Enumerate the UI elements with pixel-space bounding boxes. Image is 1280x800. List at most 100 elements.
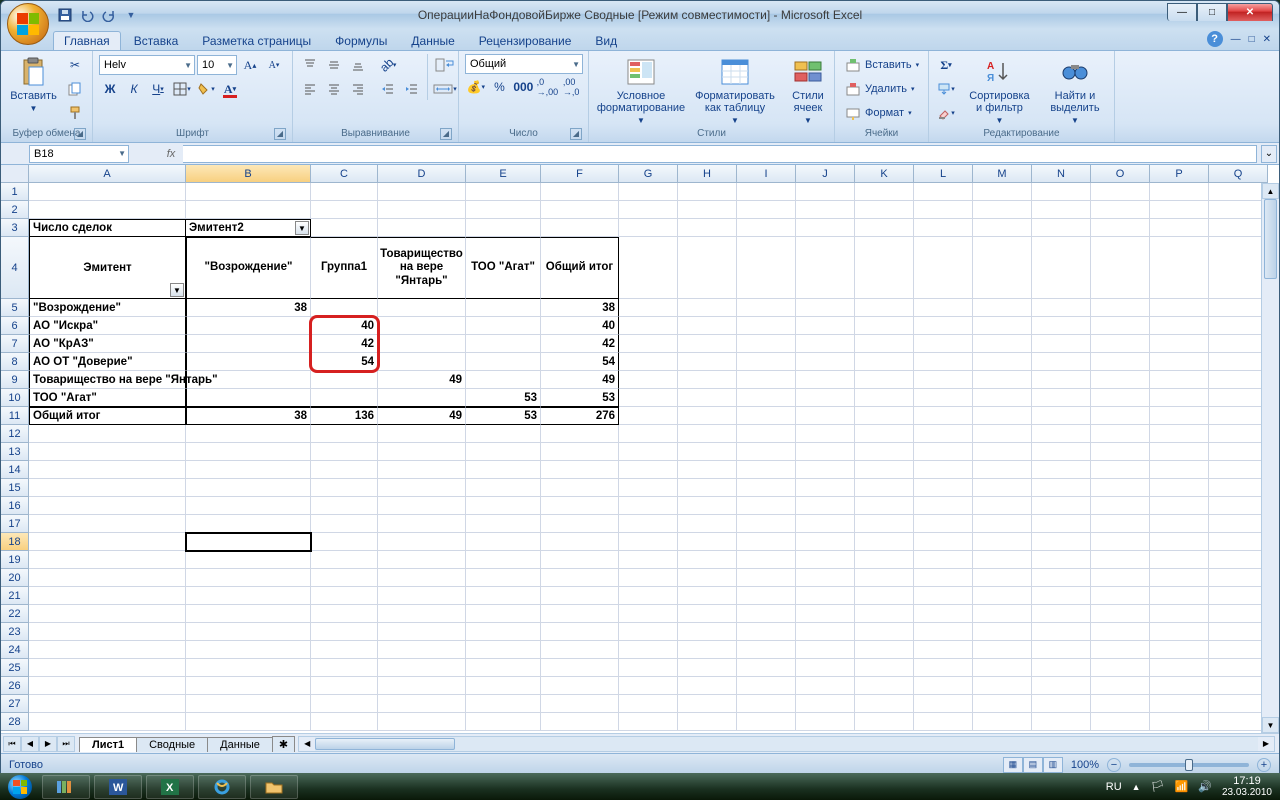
- cell-P18[interactable]: [1150, 533, 1209, 551]
- cell-B15[interactable]: [186, 479, 311, 497]
- increase-font-button[interactable]: A▴: [239, 54, 261, 76]
- orientation-button[interactable]: ab▾: [377, 54, 399, 76]
- zoom-slider[interactable]: [1129, 763, 1249, 767]
- comma-button[interactable]: 000: [512, 76, 534, 98]
- cell-N16[interactable]: [1032, 497, 1091, 515]
- cell-K20[interactable]: [855, 569, 914, 587]
- cell-B19[interactable]: [186, 551, 311, 569]
- row-header-25[interactable]: 25: [1, 659, 29, 677]
- doc-restore-icon[interactable]: □: [1249, 34, 1255, 45]
- col-header-I[interactable]: I: [737, 165, 796, 183]
- cell-Q12[interactable]: [1209, 425, 1268, 443]
- cell-H17[interactable]: [678, 515, 737, 533]
- cell-M28[interactable]: [973, 713, 1032, 731]
- cell-G28[interactable]: [619, 713, 678, 731]
- cell-F17[interactable]: [541, 515, 619, 533]
- cell-I19[interactable]: [737, 551, 796, 569]
- cell-M13[interactable]: [973, 443, 1032, 461]
- cell-D12[interactable]: [378, 425, 466, 443]
- cell-O22[interactable]: [1091, 605, 1150, 623]
- cell-Q4[interactable]: [1209, 237, 1268, 299]
- cell-H25[interactable]: [678, 659, 737, 677]
- cell-E24[interactable]: [466, 641, 541, 659]
- cell-D13[interactable]: [378, 443, 466, 461]
- cell-C7[interactable]: 42: [311, 335, 378, 353]
- cell-E4[interactable]: ТОО "Агат": [466, 237, 541, 299]
- cell-F5[interactable]: 38: [541, 299, 619, 317]
- align-bottom-button[interactable]: [347, 54, 369, 76]
- cell-F26[interactable]: [541, 677, 619, 695]
- cell-G15[interactable]: [619, 479, 678, 497]
- cell-M8[interactable]: [973, 353, 1032, 371]
- cell-O13[interactable]: [1091, 443, 1150, 461]
- cell-B3[interactable]: Эмитент2: [186, 219, 311, 237]
- cell-P9[interactable]: [1150, 371, 1209, 389]
- col-header-C[interactable]: C: [311, 165, 378, 183]
- cell-M12[interactable]: [973, 425, 1032, 443]
- cell-P27[interactable]: [1150, 695, 1209, 713]
- cell-N18[interactable]: [1032, 533, 1091, 551]
- cell-G13[interactable]: [619, 443, 678, 461]
- cell-B1[interactable]: [186, 183, 311, 201]
- cell-K23[interactable]: [855, 623, 914, 641]
- cell-N23[interactable]: [1032, 623, 1091, 641]
- cell-H27[interactable]: [678, 695, 737, 713]
- cell-A13[interactable]: [29, 443, 186, 461]
- cell-I28[interactable]: [737, 713, 796, 731]
- cell-D19[interactable]: [378, 551, 466, 569]
- cell-F18[interactable]: [541, 533, 619, 551]
- cell-E16[interactable]: [466, 497, 541, 515]
- sheet-prev-icon[interactable]: ◀: [21, 736, 39, 752]
- col-header-L[interactable]: L: [914, 165, 973, 183]
- cell-Q15[interactable]: [1209, 479, 1268, 497]
- cell-O11[interactable]: [1091, 407, 1150, 425]
- cell-Q7[interactable]: [1209, 335, 1268, 353]
- qat-customize-icon[interactable]: ▼: [123, 7, 139, 23]
- cell-C8[interactable]: 54: [311, 353, 378, 371]
- cell-K4[interactable]: [855, 237, 914, 299]
- cell-J14[interactable]: [796, 461, 855, 479]
- cell-A6[interactable]: АО "Искра": [29, 317, 186, 335]
- cell-A26[interactable]: [29, 677, 186, 695]
- cell-N22[interactable]: [1032, 605, 1091, 623]
- tab-data[interactable]: Данные: [400, 31, 465, 50]
- cell-Q1[interactable]: [1209, 183, 1268, 201]
- cell-E18[interactable]: [466, 533, 541, 551]
- increase-decimal-button[interactable]: ,0→,00: [536, 76, 558, 98]
- sheet-tab-2[interactable]: Данные: [207, 737, 273, 752]
- cell-D22[interactable]: [378, 605, 466, 623]
- horizontal-scrollbar[interactable]: ◀ ▶: [298, 736, 1275, 752]
- cell-G8[interactable]: [619, 353, 678, 371]
- cell-K14[interactable]: [855, 461, 914, 479]
- cell-L27[interactable]: [914, 695, 973, 713]
- cell-E23[interactable]: [466, 623, 541, 641]
- cell-P28[interactable]: [1150, 713, 1209, 731]
- start-button[interactable]: [0, 773, 40, 800]
- cell-N19[interactable]: [1032, 551, 1091, 569]
- col-header-M[interactable]: M: [973, 165, 1032, 183]
- row-header-26[interactable]: 26: [1, 677, 29, 695]
- cell-F24[interactable]: [541, 641, 619, 659]
- clear-button[interactable]: ▾: [935, 102, 957, 124]
- vertical-scrollbar[interactable]: ▲ ▼: [1261, 183, 1279, 733]
- sheet-tab-0[interactable]: Лист1: [79, 737, 137, 752]
- cell-N6[interactable]: [1032, 317, 1091, 335]
- cell-A10[interactable]: ТОО "Агат": [29, 389, 186, 407]
- sheet-first-icon[interactable]: ⏮: [3, 736, 21, 752]
- cell-L12[interactable]: [914, 425, 973, 443]
- cell-G18[interactable]: [619, 533, 678, 551]
- cell-A12[interactable]: [29, 425, 186, 443]
- scroll-down-icon[interactable]: ▼: [1262, 717, 1279, 733]
- cell-B6[interactable]: [186, 317, 311, 335]
- cell-P15[interactable]: [1150, 479, 1209, 497]
- cell-E13[interactable]: [466, 443, 541, 461]
- task-excel[interactable]: X: [146, 775, 194, 799]
- row-header-2[interactable]: 2: [1, 201, 29, 219]
- cell-A28[interactable]: [29, 713, 186, 731]
- cell-B17[interactable]: [186, 515, 311, 533]
- cell-D10[interactable]: [378, 389, 466, 407]
- cell-H6[interactable]: [678, 317, 737, 335]
- cell-G14[interactable]: [619, 461, 678, 479]
- cell-D21[interactable]: [378, 587, 466, 605]
- cell-M19[interactable]: [973, 551, 1032, 569]
